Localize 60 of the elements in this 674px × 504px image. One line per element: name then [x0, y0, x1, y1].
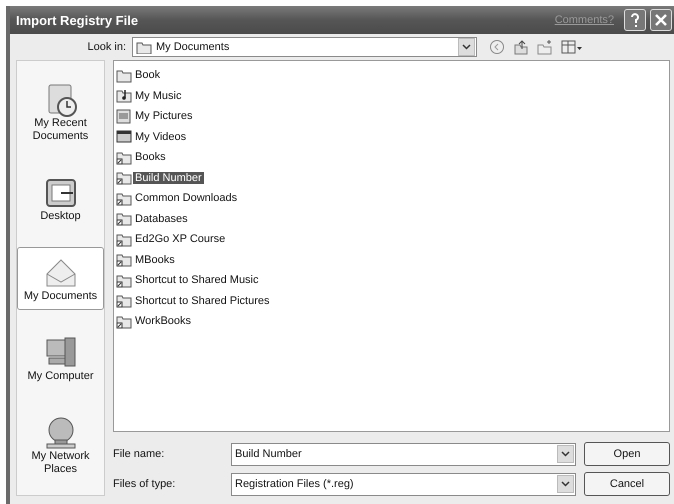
shortcut-folder-icon	[116, 190, 132, 206]
caret-icon	[462, 44, 471, 50]
places-item[interactable]: My Recent Documents	[17, 74, 104, 150]
pictures-folder-icon	[116, 108, 132, 124]
file-item[interactable]: Book	[133, 69, 162, 82]
videos-folder-icon	[116, 129, 132, 144]
file-item[interactable]: Databases	[133, 212, 190, 225]
places-item[interactable]: My Network Places	[17, 406, 104, 482]
file-item[interactable]: MBooks	[133, 254, 177, 266]
file-item[interactable]: Build Number	[133, 172, 204, 184]
shortcut-folder-icon	[116, 293, 132, 308]
views-menu-icon	[561, 39, 583, 55]
file-item[interactable]: WorkBooks	[133, 315, 194, 328]
file-item[interactable]: Common Downloads	[133, 192, 240, 204]
places-item[interactable]: Desktop	[17, 166, 104, 230]
shortcut-folder-icon	[116, 272, 132, 288]
places-item[interactable]: My Computer	[17, 326, 104, 390]
shortcut-folder-icon	[116, 314, 132, 329]
open-button[interactable]: Open	[584, 442, 670, 466]
shortcut-folder-icon	[116, 232, 132, 247]
file-type-dropdown[interactable]: Registration Files (*.reg)	[231, 472, 576, 496]
file-item[interactable]: My Music	[133, 90, 184, 102]
places-item[interactable]: My Documents	[17, 246, 104, 310]
window-title: Import Registry File	[16, 12, 138, 28]
file-item[interactable]: Ed2Go XP Course	[133, 233, 228, 246]
places-label: My Computer	[27, 370, 94, 382]
new-folder-icon	[537, 39, 553, 55]
file-type-label: Files of type:	[113, 478, 176, 490]
file-type-value: Registration Files (*.reg)	[235, 478, 355, 490]
close-button[interactable]	[650, 9, 672, 31]
places-label: My Recent Documents	[32, 116, 90, 142]
shortcut-folder-icon	[116, 252, 132, 268]
music-folder-icon	[116, 88, 132, 104]
look-in-value: My Documents	[156, 41, 230, 53]
close-icon	[655, 14, 667, 26]
file-item[interactable]: Shortcut to Shared Pictures	[133, 294, 272, 307]
places-label: My Network Places	[30, 450, 91, 476]
help-icon	[629, 13, 641, 27]
look-in-dropdown[interactable]: My Documents	[132, 37, 477, 57]
folder-icon	[116, 68, 132, 83]
caret-icon	[561, 451, 570, 457]
shortcut-folder-icon	[116, 150, 132, 165]
places-label: Desktop	[40, 210, 81, 222]
file-name-dropdown[interactable]: Build Number	[231, 442, 576, 466]
shortcut-folder-icon	[116, 170, 132, 186]
caret-icon	[561, 481, 570, 487]
back-icon	[489, 39, 505, 55]
cancel-button[interactable]: Cancel	[584, 472, 670, 496]
shortcut-folder-icon	[116, 211, 132, 226]
folder-icon	[136, 40, 152, 54]
up-folder-icon	[513, 39, 529, 55]
file-item[interactable]: My Videos	[133, 130, 188, 143]
places-label: My Documents	[24, 290, 98, 302]
file-item[interactable]: Shortcut to Shared Music	[133, 274, 261, 286]
file-item[interactable]: My Pictures	[133, 110, 194, 122]
help-button[interactable]	[624, 9, 646, 31]
file-name-value: Build Number	[235, 448, 303, 460]
look-in-label: Look in:	[86, 41, 127, 53]
file-item[interactable]: Books	[133, 151, 168, 164]
file-name-label: File name:	[113, 448, 166, 460]
